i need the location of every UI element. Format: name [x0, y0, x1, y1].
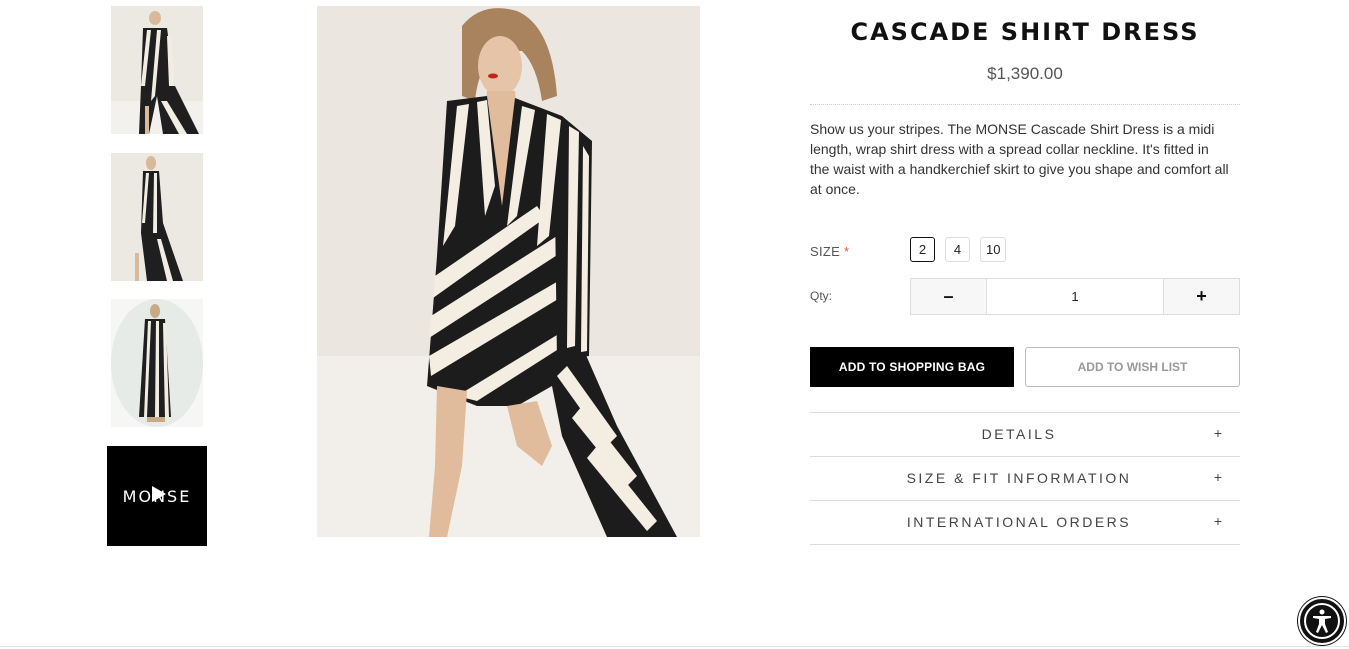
size-label-text: SIZE: [810, 244, 841, 259]
thumbnail-side-image: [111, 153, 203, 281]
qty-label: Qty:: [810, 289, 833, 303]
expand-icon: +: [1213, 425, 1222, 441]
thumbnail-back[interactable]: [111, 299, 203, 427]
divider: [810, 544, 1240, 545]
accordion-details[interactable]: DETAILS +: [810, 412, 1240, 456]
qty-decrease-button[interactable]: –: [911, 279, 986, 314]
thumbnail-video[interactable]: MONSE: [107, 446, 207, 546]
size-label: SIZE *: [810, 244, 849, 259]
thumbnail-front-image: [111, 6, 203, 134]
qty-increase-button[interactable]: +: [1164, 279, 1239, 314]
size-option-2[interactable]: 2: [910, 237, 935, 262]
product-title: CASCADE SHIRT DRESS: [850, 18, 1200, 46]
accessibility-button[interactable]: [1298, 597, 1346, 645]
main-product-photo: [317, 6, 700, 537]
divider: [810, 104, 1240, 105]
play-icon: [152, 486, 166, 502]
size-option-10[interactable]: 10: [980, 237, 1007, 262]
size-option-4[interactable]: 4: [945, 237, 970, 262]
thumbnail-back-image: [111, 299, 203, 427]
expand-icon: +: [1213, 513, 1222, 529]
thumbnail-front[interactable]: [111, 6, 203, 134]
add-to-wishlist-button[interactable]: ADD TO WISH LIST: [1025, 347, 1240, 387]
accordion-details-label: DETAILS: [981, 426, 1057, 442]
accessibility-icon: [1304, 603, 1340, 639]
qty-input[interactable]: [986, 279, 1164, 314]
expand-icon: +: [1213, 469, 1222, 485]
accordion-international-orders[interactable]: INTERNATIONAL ORDERS +: [810, 500, 1240, 544]
product-description: Show us your stripes. The MONSE Cascade …: [810, 121, 1229, 197]
accordion-size-fit[interactable]: SIZE & FIT INFORMATION +: [810, 456, 1240, 500]
add-to-bag-button[interactable]: ADD TO SHOPPING BAG: [810, 347, 1014, 387]
accordion-international-orders-label: INTERNATIONAL ORDERS: [906, 514, 1132, 530]
thumbnail-side[interactable]: [111, 153, 203, 281]
main-product-image[interactable]: [317, 6, 700, 537]
required-mark: *: [844, 244, 850, 259]
footer-divider: [0, 646, 1349, 647]
quantity-stepper: – +: [910, 278, 1240, 315]
accordion-size-fit-label: SIZE & FIT INFORMATION: [906, 470, 1132, 486]
product-price: $1,390.00: [987, 64, 1063, 83]
